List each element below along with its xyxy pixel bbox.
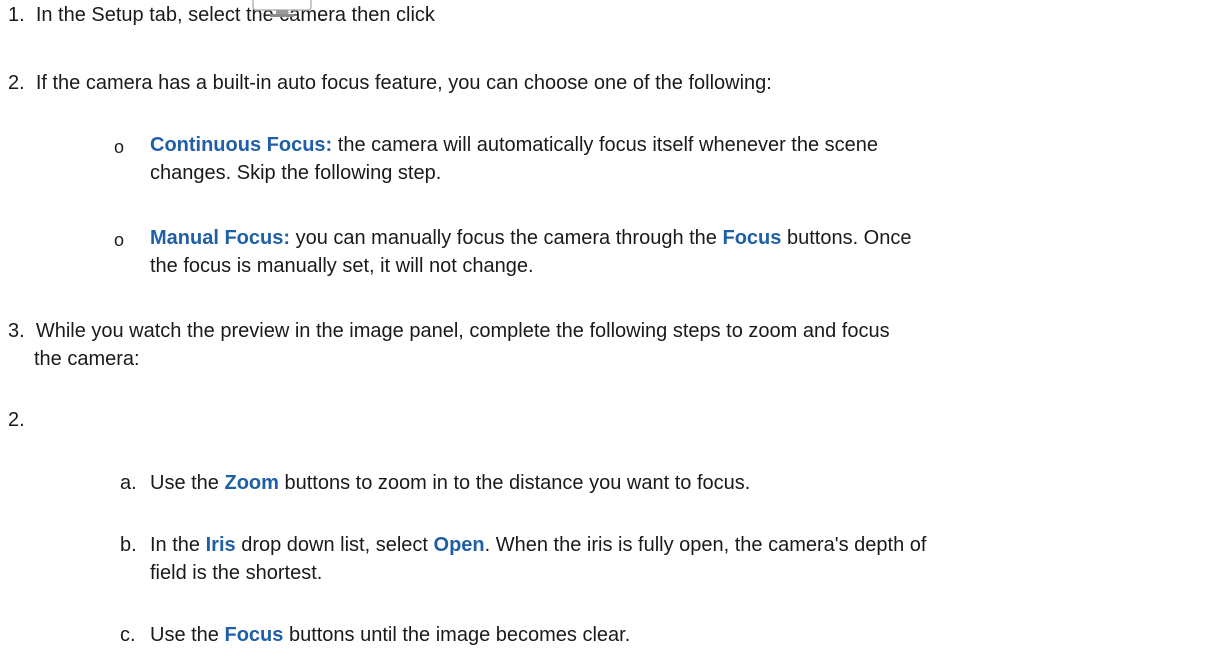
term-focus: Focus [722, 227, 782, 249]
step-3: 3. While you watch the preview in the im… [8, 318, 890, 345]
term-manual-focus: Manual Focus: [150, 227, 291, 249]
step-number: 2. [8, 72, 25, 94]
sub-step-b: In the Iris drop down list, select Open.… [150, 532, 926, 559]
step-1: 1. In the Setup tab, select the camera t… [8, 2, 435, 29]
sub-text: Use the [150, 624, 225, 646]
sub-step-a: Use the Zoom buttons to zoom in to the d… [150, 470, 750, 497]
sub-text: In the [150, 534, 206, 556]
option-text: buttons. Once [781, 227, 912, 249]
bullet: o [114, 230, 125, 250]
monitor-icon [252, 0, 312, 17]
option-manual-focus-cont: the focus is manually set, it will not c… [150, 255, 534, 277]
step-3-cont: the camera: [34, 348, 140, 370]
option-continuous-focus-cont: changes. Skip the following step. [150, 162, 442, 184]
sub-text: Use the [150, 472, 225, 494]
option-continuous-focus: Continuous Focus: the camera will automa… [150, 132, 878, 159]
sub-step-b-cont: field is the shortest. [150, 562, 323, 584]
term-focus: Focus [224, 624, 284, 646]
sub-text: drop down list, select [235, 534, 434, 556]
step-text: If the camera has a built-in auto focus … [35, 72, 772, 94]
sub-text: buttons to zoom in to the distance you w… [278, 472, 751, 494]
term-iris: Iris [205, 534, 236, 556]
step-number: 1. [8, 4, 25, 26]
option-text: you can manually focus the camera throug… [290, 227, 723, 249]
step-number: 3. [8, 320, 25, 342]
bullet: o [114, 137, 125, 157]
sub-text: buttons until the image becomes clear. [283, 624, 631, 646]
option-text: the camera will automatically focus itse… [332, 134, 879, 156]
sub-step-b-letter: b. [120, 534, 137, 556]
step-text: In the Setup tab, select the camera then… [35, 4, 435, 26]
term-continuous-focus: Continuous Focus: [150, 134, 333, 156]
sub-step-c: Use the Focus buttons until the image be… [150, 622, 630, 649]
term-open: Open [433, 534, 485, 556]
sub-step-c-letter: c. [120, 624, 136, 646]
step-1-period: . [320, 4, 326, 26]
step-2: 2. If the camera has a built-in auto foc… [8, 70, 772, 97]
sub-step-a-letter: a. [120, 472, 137, 494]
option-manual-focus: Manual Focus: you can manually focus the… [150, 225, 911, 252]
step-text: While you watch the preview in the image… [35, 320, 890, 342]
step-2-repeat: 2. [8, 409, 25, 431]
term-zoom: Zoom [224, 472, 279, 494]
sub-text: . When the iris is fully open, the camer… [484, 534, 927, 556]
